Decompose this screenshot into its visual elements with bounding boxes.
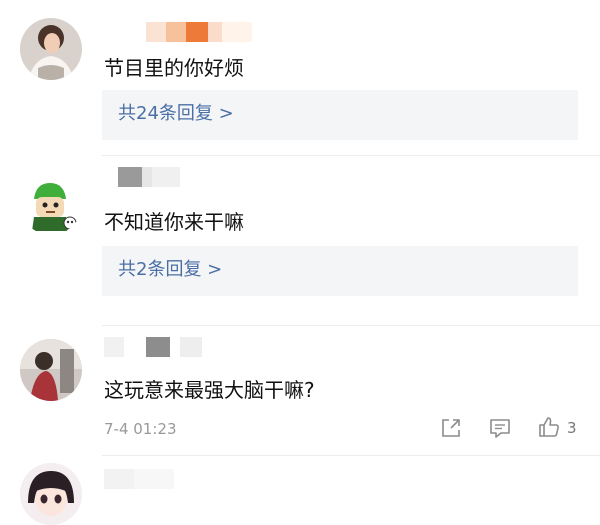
comment-text: 这玩意来最强大脑干嘛?: [104, 378, 315, 402]
avatar[interactable]: [20, 18, 82, 80]
comment-item: 节目里的你好烦 共24条回复 >: [0, 0, 600, 150]
reply-box[interactable]: 共2条回复 >: [102, 246, 578, 296]
avatar[interactable]: [20, 463, 82, 525]
comment-item: [0, 455, 600, 525]
reply-box[interactable]: 共24条回复 >: [102, 90, 578, 140]
comment-item: 这玩意来最强大脑干嘛? 7-4 01:23 3: [0, 325, 600, 455]
comment-text: 不知道你来干嘛: [104, 210, 244, 234]
username-blurred[interactable]: [146, 22, 252, 42]
username-blurred[interactable]: [118, 167, 180, 187]
username-blurred[interactable]: [104, 337, 202, 357]
like-count: 3: [567, 419, 577, 437]
avatar[interactable]: [20, 339, 82, 401]
comment-text: 节目里的你好烦: [104, 56, 244, 80]
avatar-anime-girl-icon: [20, 463, 82, 525]
view-replies-link[interactable]: 共24条回复 >: [118, 103, 234, 125]
view-replies-link[interactable]: 共2条回复 >: [118, 259, 222, 281]
comment-item: 不知道你来干嘛 共2条回复 >: [0, 155, 600, 325]
avatar-cartoon-green-hair-icon: [20, 173, 82, 235]
username-blurred[interactable]: [104, 469, 174, 489]
avatar-figure-photo-icon: [20, 339, 82, 401]
avatar-woman-photo-icon: [20, 18, 82, 80]
avatar[interactable]: [20, 173, 82, 235]
share-icon[interactable]: [440, 417, 462, 439]
comment-timestamp: 7-4 01:23: [104, 420, 177, 438]
comment-icon[interactable]: [489, 417, 511, 439]
thumbs-up-icon[interactable]: [538, 416, 560, 438]
